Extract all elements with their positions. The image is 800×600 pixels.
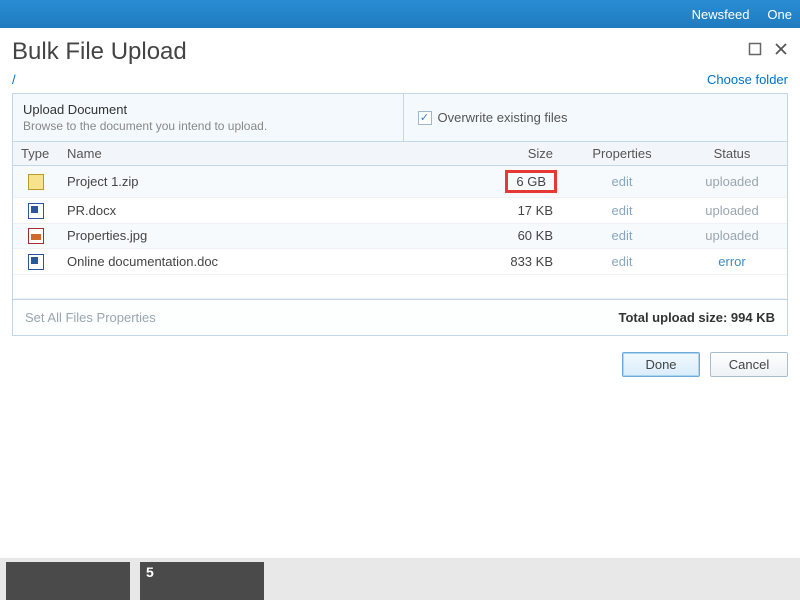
doc-file-icon [28,203,44,219]
thumbnail-item[interactable]: 5 [140,562,264,600]
upload-heading: Upload Document [23,102,393,117]
upload-subtext: Browse to the document you intend to upl… [23,119,393,133]
file-name: Project 1.zip [59,166,477,198]
table-row[interactable]: Properties.jpg60 KB edit uploaded [13,223,787,249]
cancel-button[interactable]: Cancel [710,352,788,377]
nav-link-newsfeed[interactable]: Newsfeed [692,7,750,22]
nav-link-one[interactable]: One [767,7,792,22]
zip-file-icon [28,174,44,190]
top-nav-bar: Newsfeed One [0,0,800,28]
file-size: 60 KB [477,223,567,249]
table-row[interactable]: Project 1.zip6 GB edit uploaded [13,166,787,198]
upload-status: uploaded [705,228,759,243]
col-properties[interactable]: Properties [567,142,677,166]
doc-file-icon [28,254,44,270]
edit-properties-link[interactable]: edit [612,254,633,269]
maximize-icon[interactable] [748,42,762,56]
choose-folder-link[interactable]: Choose folder [707,72,788,87]
col-status[interactable]: Status [677,142,787,166]
upload-status: uploaded [705,174,759,189]
overwrite-label: Overwrite existing files [438,110,568,125]
thumbnail-item[interactable] [6,562,130,600]
bulk-upload-dialog: Bulk File Upload / Choose folder Upload … [0,28,800,395]
thumbnail-label: 5 [146,564,154,580]
set-all-properties-link[interactable]: Set All Files Properties [25,310,156,325]
total-upload-size: Total upload size: 994 KB [618,310,775,325]
file-size: 17 KB [477,198,567,224]
table-row[interactable]: Online documentation.doc833 KB edit error [13,249,787,275]
close-icon[interactable] [774,42,788,56]
overwrite-checkbox[interactable]: ✓ [418,111,432,125]
file-name: PR.docx [59,198,477,224]
file-name: Online documentation.doc [59,249,477,275]
edit-properties-link[interactable]: edit [612,203,633,218]
col-size[interactable]: Size [477,142,567,166]
upload-panel: Upload Document Browse to the document y… [12,93,788,336]
file-size: 833 KB [477,249,567,275]
jpg-file-icon [28,228,44,244]
edit-properties-link[interactable]: edit [612,228,633,243]
upload-status: uploaded [705,203,759,218]
breadcrumb[interactable]: / [12,72,16,87]
file-size: 6 GB [477,166,567,198]
table-row[interactable]: PR.docx17 KB edit uploaded [13,198,787,224]
file-name: Properties.jpg [59,223,477,249]
edit-properties-link[interactable]: edit [612,174,633,189]
files-table: Type Name Size Properties Status Project… [13,142,787,299]
col-type[interactable]: Type [13,142,59,166]
done-button[interactable]: Done [622,352,700,377]
dialog-title: Bulk File Upload [12,38,187,66]
thumbnail-strip: 5 [0,558,800,600]
col-name[interactable]: Name [59,142,477,166]
upload-status[interactable]: error [718,254,745,269]
